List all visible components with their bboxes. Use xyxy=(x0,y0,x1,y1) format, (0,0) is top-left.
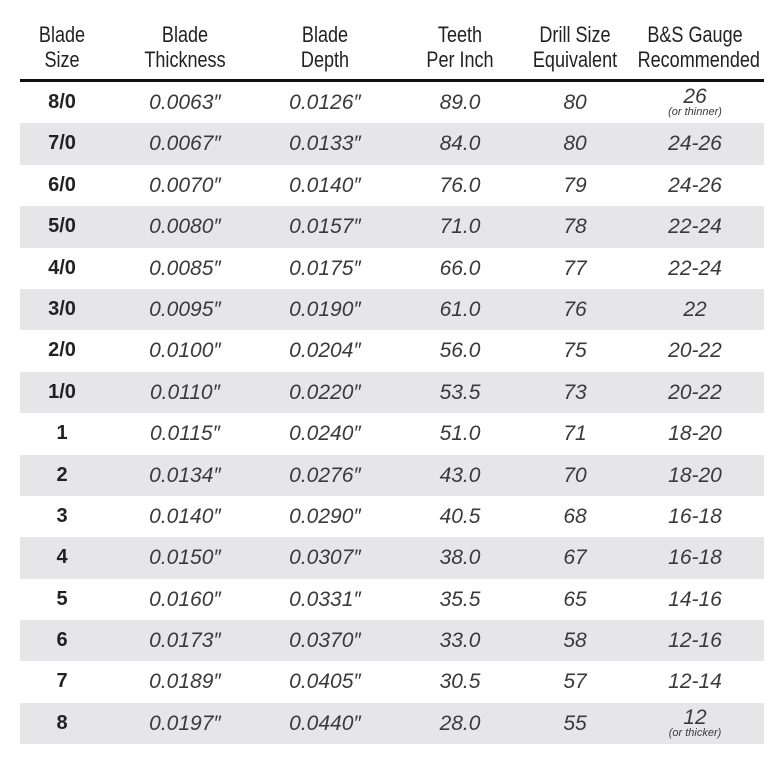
table-row: 8/0 0.0063″ 0.0126″ 89.0 80 26 (or thinner) xyxy=(20,82,764,123)
table-row: 2/0 0.0100″ 0.0204″ 56.0 75 20-22 xyxy=(20,330,764,371)
cell-bs-gauge-recommended: 12-14 xyxy=(668,670,722,694)
cell-blade-thickness: 0.0110″ xyxy=(149,380,221,404)
cell-blade-depth: 0.0276″ xyxy=(289,463,361,487)
cell-blade-depth: 0.0370″ xyxy=(289,629,361,653)
table-row: 3/0 0.0095″ 0.0190″ 61.0 76 22 xyxy=(20,288,764,331)
header-blade-size: Blade Size xyxy=(0,22,132,72)
cell-blade-thickness: 0.0197″ xyxy=(149,711,221,735)
cell-blade-depth: 0.0290″ xyxy=(289,504,361,528)
table-row: 3 0.0140″ 0.0290″ 40.5 68 16-18 xyxy=(20,496,764,537)
cell-bs-gauge-recommended: 16-18 xyxy=(668,546,722,570)
blade-size-table: 8/0 0.0063″ 0.0126″ 89.0 80 26 (or thinner) 7/0… xyxy=(20,82,764,745)
cell-blade-thickness: 0.0150″ xyxy=(149,546,221,570)
table-row: 1/0 0.0110″ 0.0220″ 53.5 73 20-22 xyxy=(20,371,764,414)
table-row: 6/0 0.0070″ 0.0140″ 76.0 79 24-26 xyxy=(20,165,764,206)
cell-bs-gauge-recommended: 22-24 xyxy=(668,256,722,280)
table-row: 7 0.0189″ 0.0405″ 30.5 57 12-14 xyxy=(20,661,764,702)
cell-blade-thickness: 0.0070″ xyxy=(149,173,221,197)
header-line: Blade xyxy=(38,22,86,47)
cell-blade-thickness: 0.0160″ xyxy=(149,587,221,611)
cell-bs-gauge-recommended: 20-22 xyxy=(668,380,722,404)
header-line: Thickness xyxy=(144,47,226,72)
header-line: Size xyxy=(44,47,80,72)
header-line: Teeth xyxy=(437,22,483,47)
cell-blade-depth: 0.0240″ xyxy=(289,422,361,446)
table-row: 1 0.0115″ 0.0240″ 51.0 71 18-20 xyxy=(20,413,764,454)
cell-blade-depth: 0.0440″ xyxy=(289,711,361,735)
cell-blade-depth: 0.0405″ xyxy=(289,670,361,694)
table-row: 5/0 0.0080″ 0.0157″ 71.0 78 22-24 xyxy=(20,206,764,248)
cell-blade-thickness: 0.0173″ xyxy=(149,629,221,653)
cell-bs-gauge-recommended: 26 (or thinner) xyxy=(620,82,770,123)
cell-blade-thickness: 0.0095″ xyxy=(149,297,221,321)
header-line: Recommended xyxy=(637,47,760,72)
gauge-value: 12 xyxy=(683,705,707,729)
cell-bs-gauge-recommended: 18-20 xyxy=(668,422,722,446)
cell-bs-gauge-recommended: 12-16 xyxy=(668,629,722,653)
header-drill-size-equivalent: Drill Size Equivalent xyxy=(505,22,645,72)
cell-blade-depth: 0.0140″ xyxy=(289,173,361,197)
cell-blade-depth: 0.0331″ xyxy=(289,587,361,611)
table-row: 6 0.0173″ 0.0370″ 33.0 58 12-16 xyxy=(20,620,764,662)
header-line: Equivalent xyxy=(532,47,618,72)
cell-blade-depth: 0.0220″ xyxy=(289,380,361,404)
cell-bs-gauge-recommended: 14-16 xyxy=(668,587,722,611)
cell-blade-depth: 0.0175″ xyxy=(289,256,361,280)
cell-bs-gauge-recommended: 16-18 xyxy=(668,504,722,528)
cell-blade-depth: 0.0204″ xyxy=(289,339,361,363)
table-row: 2 0.0134″ 0.0276″ 43.0 70 18-20 xyxy=(20,454,764,496)
header-line: Per Inch xyxy=(426,47,494,72)
cell-blade-depth: 0.0190″ xyxy=(289,297,361,321)
cell-blade-depth: 0.0133″ xyxy=(289,132,361,156)
cell-blade-depth: 0.0126″ xyxy=(289,91,361,114)
cell-blade-thickness: 0.0080″ xyxy=(149,215,221,239)
header-blade-depth: Blade Depth xyxy=(255,22,395,72)
cell-bs-gauge-recommended: 18-20 xyxy=(668,463,722,487)
table-row: 4/0 0.0085″ 0.0175″ 66.0 77 22-24 xyxy=(20,248,764,289)
cell-blade-thickness: 0.0140″ xyxy=(149,504,221,528)
table-row: 5 0.0160″ 0.0331″ 35.5 65 14-16 xyxy=(20,579,764,620)
gauge-value: 26 xyxy=(683,84,707,108)
cell-bs-gauge-recommended: 12 (or thicker) xyxy=(620,703,770,744)
cell-blade-depth: 0.0307″ xyxy=(289,546,361,570)
table-row: 4 0.0150″ 0.0307″ 38.0 67 16-18 xyxy=(20,537,764,579)
cell-blade-thickness: 0.0189″ xyxy=(149,670,221,694)
gauge-note: (or thicker) xyxy=(668,726,722,739)
table-row: 7/0 0.0067″ 0.0133″ 84.0 80 24-26 xyxy=(20,123,764,165)
cell-blade-thickness: 0.0063″ xyxy=(149,91,221,114)
cell-blade-thickness: 0.0115″ xyxy=(149,422,221,446)
header-line: B&S Gauge xyxy=(647,22,743,47)
header-line: Blade xyxy=(161,22,209,47)
cell-blade-thickness: 0.0134″ xyxy=(149,463,221,487)
cell-bs-gauge-recommended: 22 xyxy=(683,297,707,321)
cell-bs-gauge-recommended: 24-26 xyxy=(668,132,722,156)
cell-blade-depth: 0.0157″ xyxy=(289,215,361,239)
header-line: Drill Size xyxy=(539,22,611,47)
table-row: 8 0.0197″ 0.0440″ 28.0 55 12 (or thicker) xyxy=(20,702,764,745)
cell-bs-gauge-recommended: 24-26 xyxy=(668,173,722,197)
cell-blade-thickness: 0.0100″ xyxy=(149,339,221,363)
table-header: Blade Size Blade Thickness Blade Depth Teeth Pe… xyxy=(20,22,764,78)
header-line: Blade xyxy=(301,22,349,47)
gauge-note: (or thinner) xyxy=(668,105,722,118)
cell-blade-thickness: 0.0085″ xyxy=(149,256,221,280)
cell-blade-thickness: 0.0067″ xyxy=(149,132,221,156)
cell-bs-gauge-recommended: 22-24 xyxy=(668,215,722,239)
cell-bs-gauge-recommended: 20-22 xyxy=(668,339,722,363)
header-bs-gauge-recommended: B&S Gauge Recommended xyxy=(625,22,765,72)
header-line: Depth xyxy=(300,47,350,72)
header-blade-thickness: Blade Thickness xyxy=(115,22,255,72)
